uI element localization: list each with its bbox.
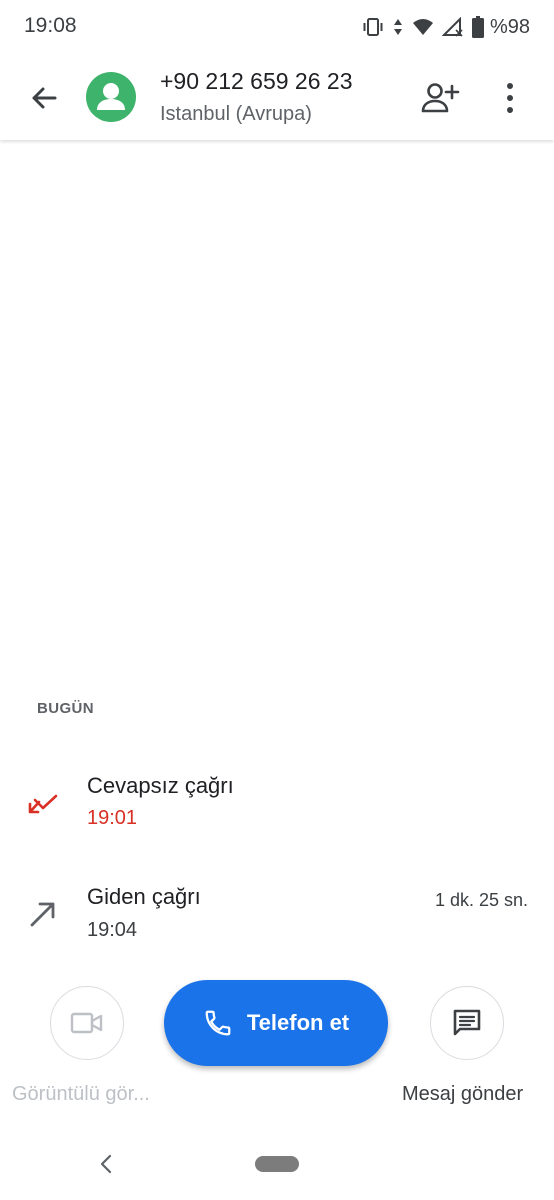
data-arrows-icon — [392, 17, 404, 37]
vibrate-icon — [362, 17, 384, 37]
status-bar: 19:08 %98 — [0, 0, 554, 56]
call-button[interactable]: Telefon et — [164, 980, 388, 1066]
signal-icon — [441, 17, 464, 37]
battery-percent: %98 — [489, 15, 530, 38]
outgoing-call-icon — [26, 896, 60, 930]
call-type-label: Giden çağrı — [87, 884, 201, 909]
call-history-row-outgoing[interactable]: Giden çağrı 19:04 1 dk. 25 sn. — [0, 875, 554, 971]
location-label: Istanbul (Avrupa) — [160, 103, 312, 125]
contact-header: +90 212 659 26 23 Istanbul (Avrupa) — [0, 56, 554, 140]
more-vert-icon — [507, 83, 513, 113]
call-time-label: 19:01 — [87, 807, 138, 829]
phone-number: +90 212 659 26 23 — [160, 68, 353, 94]
call-type-label: Cevapsız çağrı — [87, 773, 234, 798]
phone-icon — [205, 1010, 231, 1036]
nav-home-pill[interactable] — [255, 1156, 299, 1172]
call-history-row-missed[interactable]: Cevapsız çağrı 19:01 — [0, 764, 554, 860]
status-icons: %98 — [362, 12, 530, 42]
avatar — [86, 72, 136, 122]
video-call-label: Görüntülü gör... — [12, 1083, 150, 1105]
battery-icon — [471, 16, 484, 38]
add-person-icon — [421, 83, 460, 113]
person-icon — [97, 83, 125, 110]
nav-back-icon[interactable] — [96, 1152, 116, 1181]
status-time: 19:08 — [24, 14, 77, 37]
send-message-button[interactable] — [430, 986, 504, 1060]
add-contact-button[interactable] — [420, 80, 460, 116]
back-button[interactable] — [26, 80, 62, 116]
send-message-label: Mesaj gönder — [402, 1083, 524, 1105]
message-icon — [453, 1009, 481, 1036]
back-arrow-icon — [32, 87, 57, 109]
call-duration-label: 1 dk. 25 sn. — [434, 890, 528, 910]
wifi-icon — [412, 17, 434, 37]
video-camera-icon — [70, 1012, 103, 1034]
call-time-label: 19:04 — [87, 919, 138, 941]
section-header-today: BUGÜN — [37, 700, 94, 717]
missed-call-icon — [26, 786, 60, 820]
video-call-button[interactable] — [50, 986, 124, 1060]
more-options-button[interactable] — [494, 80, 526, 116]
system-nav-bar — [0, 1128, 554, 1200]
call-button-label: Telefon et — [246, 1010, 350, 1035]
